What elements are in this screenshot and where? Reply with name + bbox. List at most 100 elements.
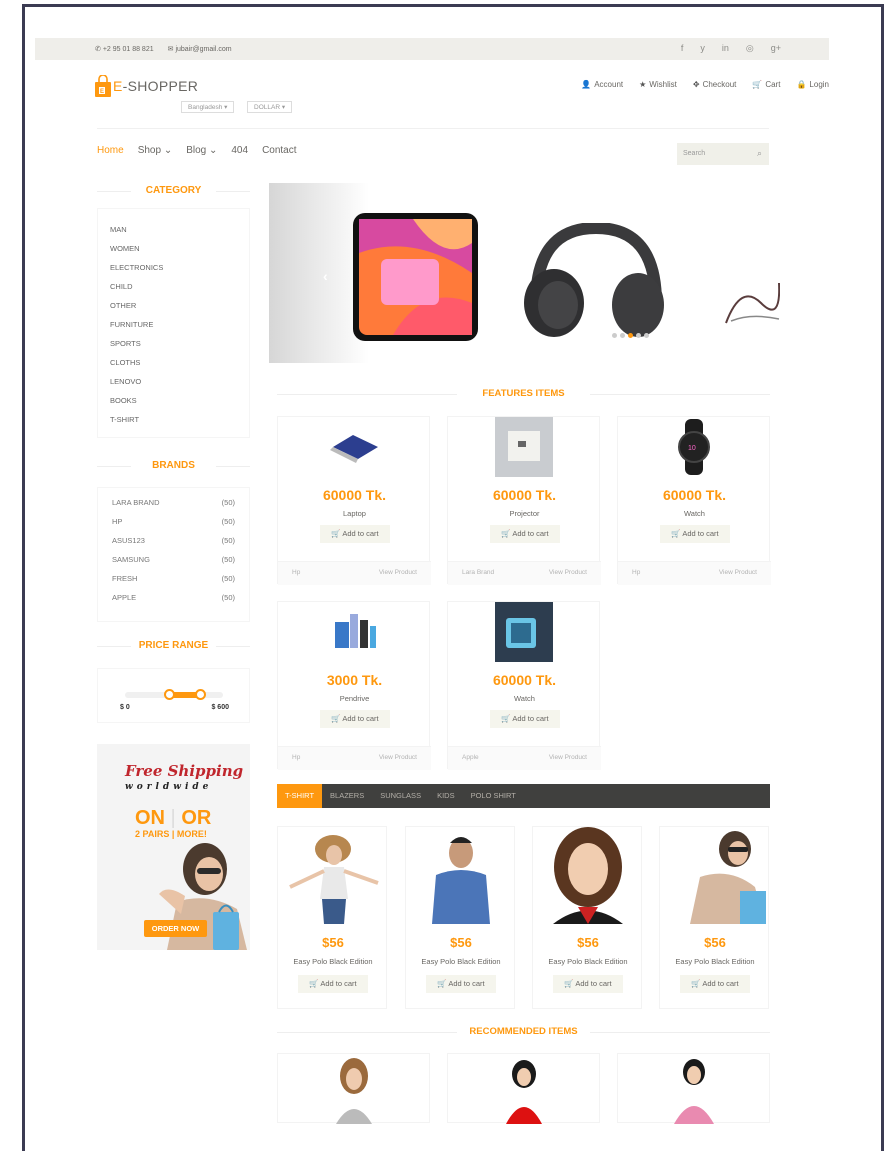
add-to-cart-button[interactable]: 🛒 Add to cart [320,710,390,728]
brand-link[interactable]: Hp [632,569,640,585]
brand-link[interactable]: Lara Brand [462,569,494,585]
wishlist-label: Wishlist [649,80,677,89]
brand-link[interactable]: Hp [292,754,300,770]
add-to-cart-button[interactable]: 🛒 Add to cart [490,525,560,543]
tab-product-card: $56 Easy Polo Black Edition 🛒 Add to car… [532,826,642,1009]
category-item[interactable]: FURNITURE [98,320,249,339]
add-to-cart-label: Add to cart [512,529,549,538]
account-link[interactable]: 👤 Account [581,80,623,89]
tab-t-shirt[interactable]: T-SHIRT [277,784,323,808]
category-item[interactable]: SPORTS [98,339,249,358]
tab-blazers[interactable]: BLAZERS [322,784,372,808]
product-name: Easy Polo Black Edition [675,957,755,966]
slider-prev-arrow[interactable]: ‹ [323,268,328,284]
nav-blog[interactable]: Blog ⌄ [186,145,217,156]
category-item[interactable]: BOOKS [98,396,249,415]
product-name: Watch [514,694,535,703]
category-item[interactable]: ELECTRONICS [98,263,249,282]
twitter-icon[interactable]: y [700,43,705,54]
brand-name: SAMSUNG [112,555,150,564]
search-icon[interactable]: ⌕ [757,148,762,159]
tab-polo-shirt[interactable]: POLO SHIRT [463,784,524,808]
linkedin-icon[interactable]: in [722,43,729,54]
brand-count: (50) [221,517,235,526]
shipping-ad-banner[interactable]: Free Shipping worldwide ON | OR 2 PAIRS … [97,744,250,950]
category-item[interactable]: WOMEN [98,244,249,263]
add-to-cart-button[interactable]: 🛒 Add to cart [660,525,730,543]
order-now-button[interactable]: ORDER NOW [144,920,207,937]
brand-item[interactable]: HP (50) [98,517,249,536]
facebook-icon[interactable]: f [681,43,684,54]
category-item[interactable]: CLOTHS [98,358,249,377]
view-product-link[interactable]: View Product [379,569,417,585]
model-image [690,831,766,924]
brand-list: LARA BRAND (50) HP (50) ASUS123 (50) SAMSUN… [97,487,250,622]
product-price: $56 [704,935,726,950]
add-to-cart-button[interactable]: 🛒 Add to cart [320,525,390,543]
view-product-link[interactable]: View Product [719,569,757,585]
nav-404[interactable]: 404 [231,145,248,156]
add-to-cart-label: Add to cart [320,979,357,988]
category-item[interactable]: T-SHIRT [98,415,249,434]
slider-dot[interactable] [612,333,617,338]
checkout-link[interactable]: ✥ Checkout [693,80,737,89]
model-image [336,1058,372,1124]
view-product-link[interactable]: View Product [549,569,587,585]
slider-dot[interactable] [620,333,625,338]
category-item[interactable]: OTHER [98,301,249,320]
brand-item[interactable]: SAMSUNG (50) [98,555,249,574]
category-item[interactable]: LENOVO [98,377,249,396]
price-range-slider[interactable] [125,689,223,700]
product-card: 60000 Tk. Watch 🛒 Add to cart Apple View … [447,601,601,770]
category-item[interactable]: MAN [98,225,249,244]
email-contact[interactable]: ✉ jubair@gmail.com [168,45,232,53]
view-product-link[interactable]: View Product [549,754,587,770]
add-to-cart-button[interactable]: 🛒 Add to cart [553,975,623,993]
slider-dot-active[interactable] [628,333,633,338]
slider-dot[interactable] [644,333,649,338]
brand-item[interactable]: LARA BRAND (50) [98,498,249,517]
product-name: Projector [509,509,540,518]
brand-item[interactable]: ASUS123 (50) [98,536,249,555]
category-item[interactable]: CHILD [98,282,249,301]
add-to-cart-button[interactable]: 🛒 Add to cart [680,975,750,993]
dribbble-icon[interactable]: ◎ [746,43,754,54]
nav-shop[interactable]: Shop ⌄ [138,145,173,156]
brand-count: (50) [221,574,235,583]
category-list: MAN WOMEN ELECTRONICS CHILD OTHER FURNIT… [97,208,250,438]
brand-count: (50) [221,536,235,545]
product-footer: Hp View Product [278,561,431,585]
product-footer: Hp View Product [618,561,771,585]
login-link[interactable]: 🔒 Login [796,80,829,89]
price-min-handle[interactable] [164,689,175,700]
add-to-cart-label: Add to cart [682,529,719,538]
slider-dot[interactable] [636,333,641,338]
social-links: f y in ◎ g+ [681,43,781,54]
cart-link[interactable]: 🛒 Cart [752,80,780,89]
brand-link[interactable]: Apple [462,754,479,770]
wishlist-link[interactable]: ★ Wishlist [639,80,677,89]
google-plus-icon[interactable]: g+ [771,43,781,54]
nav-contact[interactable]: Contact [262,145,296,156]
product-name: Pendrive [339,694,370,703]
brand-link[interactable]: Hp [292,569,300,585]
add-to-cart-button[interactable]: 🛒 Add to cart [490,710,560,728]
price-max-handle[interactable] [195,689,206,700]
phone-contact[interactable]: ✆ +2 95 01 88 821 [95,45,154,53]
search-input[interactable]: Search ⌕ [677,143,769,165]
tab-sunglass[interactable]: SUNGLASS [372,784,429,808]
add-to-cart-button[interactable]: 🛒 Add to cart [298,975,368,993]
phone-product-image [353,213,478,341]
brand-item[interactable]: APPLE (50) [98,593,249,612]
account-menu: 👤 Account ★ Wishlist ✥ Checkout 🛒 Cart 🔒 Logi… [581,80,829,89]
search-placeholder: Search [683,150,706,157]
site-logo[interactable]: E E-SHOPPER [95,75,198,97]
tab-kids[interactable]: KIDS [429,784,463,808]
product-price: 3000 Tk. [326,672,383,688]
nav-home[interactable]: Home [97,145,124,156]
add-to-cart-button[interactable]: 🛒 Add to cart [426,975,496,993]
country-select[interactable]: Bangladesh ▾ [181,101,235,113]
currency-select[interactable]: DOLLAR ▾ [247,101,293,113]
brand-item[interactable]: FRESH (50) [98,574,249,593]
view-product-link[interactable]: View Product [379,754,417,770]
